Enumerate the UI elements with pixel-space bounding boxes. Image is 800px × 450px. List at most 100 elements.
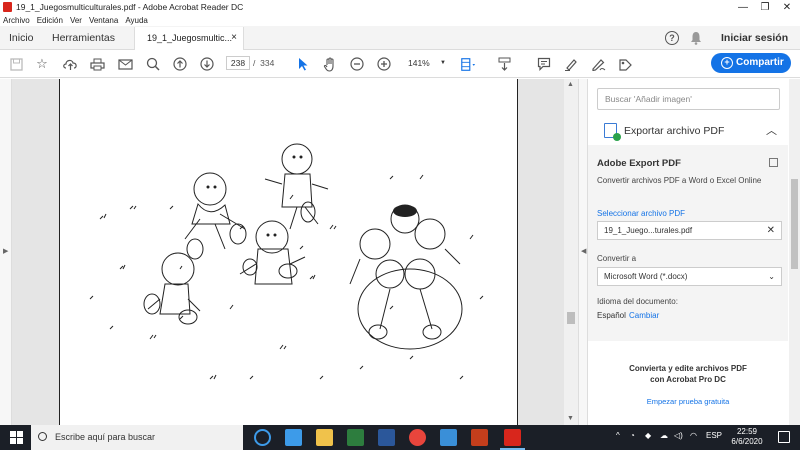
star-icon[interactable]: ☆	[34, 56, 50, 72]
sign-icon[interactable]	[590, 56, 606, 72]
find-icon[interactable]	[145, 56, 161, 72]
chevron-down-icon: ⌄	[768, 272, 775, 281]
children-playing-illustration	[89, 143, 484, 380]
tab-home[interactable]: Inicio	[9, 26, 34, 50]
change-language-link[interactable]: Cambiar	[629, 311, 659, 320]
bell-icon[interactable]	[690, 31, 702, 45]
language-indicator[interactable]: ESP	[706, 431, 722, 440]
signin-button[interactable]: Iniciar sesión	[721, 26, 788, 50]
cloud-upload-icon[interactable]	[62, 56, 78, 72]
convert-to-label: Convertir a	[597, 254, 637, 263]
share-button[interactable]: + Compartir	[711, 53, 791, 73]
photos-icon[interactable]	[440, 429, 457, 446]
mail-icon[interactable]	[285, 429, 302, 446]
menu-ayuda[interactable]: Ayuda	[125, 16, 148, 25]
word-icon[interactable]	[378, 429, 395, 446]
export-pdf-body: Adobe Export PDF Convertir archivos PDF …	[588, 145, 788, 341]
tray-chevron-icon[interactable]: ^	[616, 431, 620, 440]
tray-network-icon[interactable]: ◔	[630, 431, 635, 440]
selected-file-name: 19_1_Juego...turales.pdf	[604, 226, 693, 235]
redact-icon[interactable]	[617, 56, 633, 72]
page-separator: /	[253, 58, 256, 68]
panel-splitter[interactable]: ◀	[578, 79, 588, 425]
chrome-icon[interactable]	[409, 429, 426, 446]
scroll-up-icon[interactable]: ▲	[567, 81, 574, 88]
chevron-right-icon: ▶	[3, 248, 9, 255]
promo-line-1: Convierta y edite archivos PDF	[629, 364, 747, 373]
print-icon[interactable]	[89, 56, 105, 72]
scrollbar-thumb[interactable]	[567, 312, 575, 324]
export-pdf-header[interactable]: Exportar archivo PDF ︿	[588, 117, 788, 145]
convert-format-select[interactable]: Microsoft Word (*.docx) ⌄	[597, 267, 782, 286]
scroll-down-icon[interactable]: ▼	[567, 415, 574, 422]
help-icon[interactable]: ?	[665, 31, 679, 45]
acrobat-icon	[3, 2, 12, 12]
copy-icon[interactable]	[769, 158, 778, 167]
notification-icon[interactable]	[778, 431, 790, 443]
menu-archivo[interactable]: Archivo	[3, 16, 30, 25]
left-panel-toggle[interactable]: ▶	[0, 79, 12, 425]
tab-tools[interactable]: Herramientas	[52, 26, 115, 50]
title-bar: 19_1_Juegosmulticulturales.pdf - Adobe A…	[0, 0, 800, 14]
page-layout-icon[interactable]	[460, 56, 476, 72]
hand-tool-icon[interactable]	[322, 56, 338, 72]
tab-document[interactable]: 19_1_Juegosmultic... ×	[134, 27, 244, 51]
window-title: 19_1_Juegosmulticulturales.pdf - Adobe A…	[16, 2, 244, 12]
acrobat-taskbar-icon[interactable]	[500, 429, 525, 450]
clock-date: 6/6/2020	[731, 437, 763, 446]
edge-icon[interactable]	[254, 429, 271, 446]
file-explorer-icon[interactable]	[316, 429, 333, 446]
person-add-icon: +	[721, 57, 733, 69]
chevron-up-icon[interactable]: ︿	[766, 122, 777, 138]
zoom-select[interactable]: 141% ▼	[402, 56, 448, 70]
remove-file-icon[interactable]: ✕	[767, 222, 775, 239]
selected-file-field[interactable]: 19_1_Juego...turales.pdf ✕	[597, 221, 782, 240]
wifi-icon[interactable]: ◠	[690, 431, 697, 440]
export-description: Convertir archivos PDF a Word o Excel On…	[597, 176, 762, 185]
doc-language-value: Español	[597, 311, 626, 320]
tools-search-input[interactable]: Buscar 'Añadir imagen'	[597, 88, 780, 110]
page-total: / 334	[253, 58, 274, 68]
taskbar-search-placeholder: Escribe aquí para buscar	[55, 432, 156, 442]
cloud-icon[interactable]: ☁	[660, 431, 668, 440]
next-page-icon[interactable]	[199, 56, 215, 72]
dropbox-icon[interactable]: ◆	[645, 431, 651, 440]
clock-time: 22:59	[736, 427, 758, 436]
taskbar-search[interactable]: Escribe aquí para buscar	[31, 425, 243, 450]
windows-start-icon[interactable]	[10, 431, 23, 444]
convert-format-value: Microsoft Word (*.docx)	[604, 272, 688, 281]
scroll-mode-icon[interactable]	[496, 56, 512, 72]
menu-ver[interactable]: Ver	[70, 16, 82, 25]
document-scrollbar[interactable]: ▲ ▼	[564, 79, 578, 425]
doc-language-label: Idioma del documento:	[597, 297, 678, 306]
menu-ventana[interactable]: Ventana	[89, 16, 118, 25]
zoom-out-icon[interactable]	[349, 56, 365, 72]
comment-icon[interactable]	[536, 56, 552, 72]
collapse-panel-icon[interactable]: ◀	[581, 247, 586, 255]
highlight-pen-icon[interactable]	[563, 56, 579, 72]
panel-scrollbar-thumb[interactable]	[791, 179, 798, 269]
export-pdf-icon	[604, 123, 621, 141]
close-tab-icon[interactable]: ×	[231, 27, 237, 49]
store-icon[interactable]	[347, 429, 364, 446]
tab-document-label: 19_1_Juegosmultic...	[147, 33, 233, 43]
email-icon[interactable]	[117, 56, 133, 72]
zoom-in-icon[interactable]	[376, 56, 392, 72]
page-number-input[interactable]: 238	[226, 56, 250, 70]
chevron-down-icon: ▼	[440, 60, 446, 66]
save-icon[interactable]	[8, 56, 24, 72]
close-window-button[interactable]: ✕	[774, 0, 800, 14]
prev-page-icon[interactable]	[172, 56, 188, 72]
powerpoint-icon[interactable]	[471, 429, 488, 446]
toolbar: ☆	[0, 50, 800, 78]
menu-bar: Archivo Edición Ver Ventana Ayuda	[0, 14, 800, 26]
select-pdf-link[interactable]: Seleccionar archivo PDF	[597, 209, 685, 218]
menu-edicion[interactable]: Edición	[37, 16, 63, 25]
select-cursor-icon[interactable]	[295, 56, 311, 72]
panel-scrollbar[interactable]	[789, 79, 800, 425]
free-trial-link[interactable]: Empezar prueba gratuita	[588, 397, 788, 406]
pdf-page[interactable]	[59, 79, 518, 425]
clock[interactable]: 22:59 6/6/2020	[727, 427, 767, 447]
volume-icon[interactable]: ◁)	[674, 431, 683, 440]
taskbar: Escribe aquí para buscar ^ ◔ ◆ ☁ ◁) ◠ ES…	[0, 425, 800, 450]
